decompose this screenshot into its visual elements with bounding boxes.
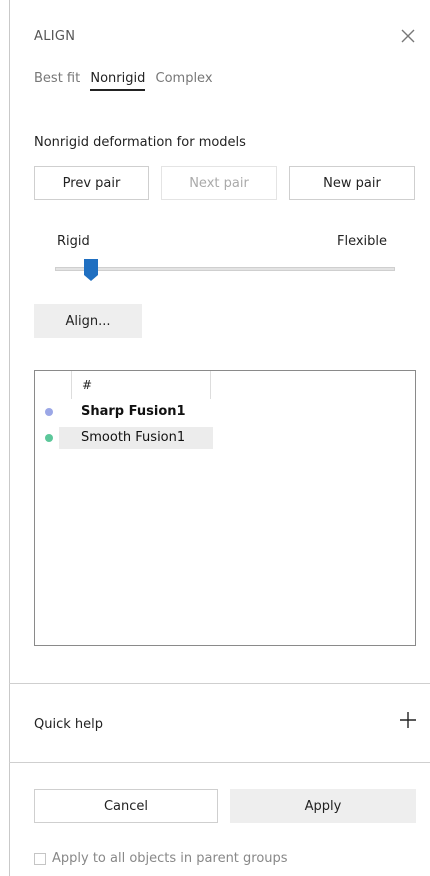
panel-left-border xyxy=(9,0,10,876)
tab-complex[interactable]: Complex xyxy=(156,71,213,89)
close-icon-glyph xyxy=(401,29,415,43)
slider-rigid-label: Rigid xyxy=(57,234,90,249)
plus-icon-glyph xyxy=(400,712,416,728)
flexibility-slider-track[interactable] xyxy=(55,267,395,271)
list-item-label: Sharp Fusion1 xyxy=(81,404,186,419)
plus-icon[interactable] xyxy=(399,711,417,734)
align-button[interactable]: Align... xyxy=(34,304,142,338)
model-color-dot xyxy=(45,408,53,416)
mode-tabs: Best fit Nonrigid Complex xyxy=(34,71,219,91)
panel-title: ALIGN xyxy=(34,29,76,44)
list-column-header[interactable]: # xyxy=(71,371,211,399)
section-title: Nonrigid deformation for models xyxy=(34,135,246,150)
prev-pair-button[interactable]: Prev pair xyxy=(34,166,149,200)
cancel-button[interactable]: Cancel xyxy=(34,789,218,823)
apply-to-groups-label: Apply to all objects in parent groups xyxy=(52,851,288,866)
slider-thumb-shape xyxy=(84,259,98,281)
list-item[interactable]: Smooth Fusion1 xyxy=(35,427,215,449)
align-panel: ALIGN Best fit Nonrigid Complex Nonrigid… xyxy=(0,0,430,876)
tab-nonrigid[interactable]: Nonrigid xyxy=(90,71,146,91)
slider-flexible-label: Flexible xyxy=(337,234,388,249)
list-item[interactable]: Sharp Fusion1 xyxy=(35,401,215,423)
divider xyxy=(9,762,430,763)
apply-button[interactable]: Apply xyxy=(230,789,416,823)
flexibility-slider-thumb[interactable] xyxy=(83,258,99,282)
next-pair-button[interactable]: Next pair xyxy=(161,166,277,200)
models-list[interactable]: # Sharp Fusion1 Smooth Fusion1 xyxy=(34,370,416,646)
list-item-label: Smooth Fusion1 xyxy=(81,430,186,445)
close-icon[interactable] xyxy=(398,27,418,47)
model-color-dot xyxy=(45,434,53,442)
new-pair-button[interactable]: New pair xyxy=(289,166,415,200)
divider xyxy=(9,683,430,684)
tab-best-fit[interactable]: Best fit xyxy=(34,71,80,89)
quick-help-label[interactable]: Quick help xyxy=(34,717,103,732)
apply-to-groups-row[interactable]: Apply to all objects in parent groups xyxy=(34,851,288,866)
apply-to-groups-checkbox[interactable] xyxy=(34,852,46,865)
